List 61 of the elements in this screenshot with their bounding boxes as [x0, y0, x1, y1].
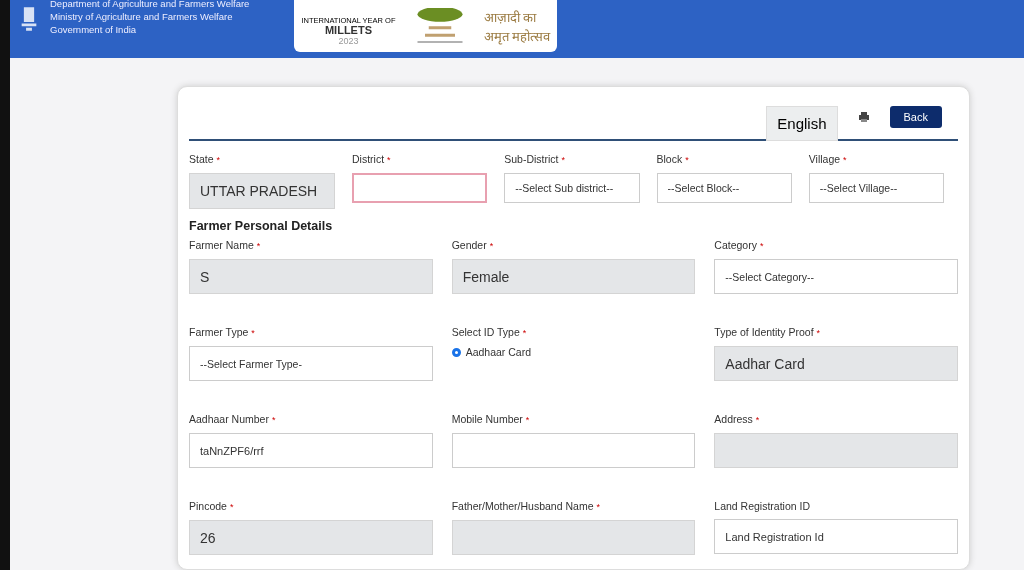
- field-label: Aadhaar Number: [189, 413, 269, 426]
- field-label: Sub-District: [504, 153, 559, 166]
- section-heading: Farmer Personal Details: [189, 219, 334, 234]
- field-label: Land Registration ID: [714, 500, 811, 513]
- required-mark: *: [525, 414, 530, 427]
- select-field[interactable]: --Select Sub district--: [504, 173, 640, 204]
- required-mark: *: [522, 327, 527, 340]
- required-mark: *: [685, 154, 689, 167]
- field-label: Type of Identity Proof: [714, 326, 814, 339]
- field-label: State: [189, 153, 214, 166]
- ministry-text: Ministry of Agriculture and Farmers Welfare: [50, 10, 234, 23]
- input-field[interactable]: Land Registration Id: [714, 519, 958, 555]
- readonly-field: Female: [451, 259, 696, 295]
- readonly-field: Aadhar Card: [714, 346, 958, 382]
- select-field[interactable]: --Select Block--: [656, 173, 792, 204]
- field-label: District: [352, 153, 385, 166]
- radio-option[interactable]: Aadhaar Card: [451, 346, 532, 359]
- select-field[interactable]: --Select Category--: [714, 259, 958, 295]
- readonly-field: 26: [189, 520, 433, 556]
- field-label: Mobile Number: [451, 413, 523, 426]
- logo-title: MILLETS: [324, 24, 372, 36]
- required-mark: *: [251, 327, 255, 340]
- required-mark: *: [816, 327, 821, 340]
- ministry-text: Government of India: [50, 23, 138, 36]
- field-label: Farmer Type: [189, 326, 249, 339]
- required-mark: *: [596, 501, 600, 514]
- radio-icon[interactable]: [451, 347, 461, 357]
- required-mark: *: [256, 240, 261, 253]
- required-mark: *: [489, 240, 494, 253]
- required-mark: *: [755, 414, 760, 427]
- field-label: Gender: [451, 239, 487, 252]
- logo-title: अमृत महोत्सव: [483, 28, 551, 46]
- readonly-field: S: [189, 259, 433, 295]
- field-label: Select ID Type: [451, 326, 520, 339]
- field-label: Father/Mother/Husband Name: [451, 500, 594, 513]
- required-mark: *: [229, 501, 234, 514]
- field-label: Farmer Name: [189, 239, 254, 252]
- required-mark: *: [271, 414, 276, 427]
- required-mark: *: [759, 240, 764, 253]
- field-label: Address: [714, 413, 753, 426]
- input-field[interactable]: taNnZPF6/rrf: [189, 433, 433, 469]
- ministry-text: Department of Agriculture and Farmers Welfare: [50, 0, 250, 10]
- select-field[interactable]: [352, 173, 488, 204]
- required-mark: *: [216, 154, 221, 167]
- required-mark: *: [843, 154, 847, 167]
- readonly-field: UTTAR PRADESH: [189, 173, 335, 210]
- printer-icon[interactable]: [857, 111, 870, 124]
- field-label: Block: [656, 153, 683, 166]
- language-button[interactable]: English: [766, 105, 838, 141]
- field-label: Category: [714, 239, 757, 252]
- logo-title: आज़ादी का: [483, 9, 538, 27]
- select-field[interactable]: --Select Village--: [808, 173, 944, 204]
- back-button[interactable]: Back: [889, 106, 942, 129]
- select-field[interactable]: --Select Farmer Type-: [189, 346, 433, 382]
- logo-year: 2023: [338, 36, 359, 46]
- required-mark: *: [387, 154, 391, 167]
- radio-label: Aadhaar Card: [465, 346, 532, 359]
- field-label: Village: [808, 153, 841, 166]
- field-label: Pincode: [189, 500, 227, 513]
- input-field[interactable]: [451, 433, 696, 469]
- required-mark: *: [561, 154, 566, 167]
